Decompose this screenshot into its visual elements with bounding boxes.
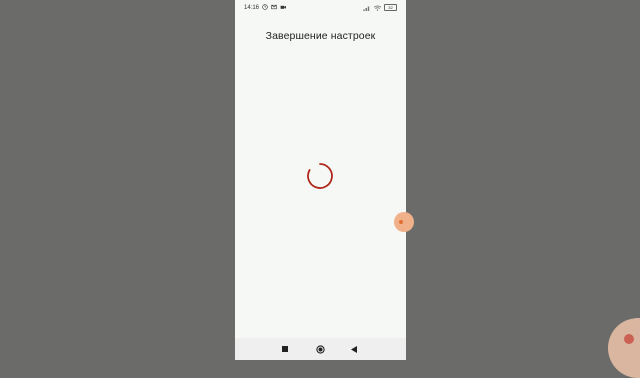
navigation-bar bbox=[235, 338, 406, 360]
wifi-icon bbox=[374, 4, 381, 11]
loading-spinner-icon bbox=[307, 163, 333, 189]
record-dot-icon bbox=[624, 334, 634, 344]
home-button[interactable] bbox=[315, 344, 325, 354]
battery-level: 32 bbox=[388, 5, 393, 10]
floating-dot-icon bbox=[399, 220, 403, 224]
status-time: 14:16 bbox=[244, 5, 260, 11]
clock-icon bbox=[262, 4, 268, 10]
signal-icon bbox=[363, 6, 370, 11]
video-icon bbox=[280, 5, 286, 9]
recent-apps-button[interactable] bbox=[280, 344, 290, 354]
home-icon bbox=[315, 344, 325, 354]
floating-assist-button[interactable] bbox=[394, 212, 414, 232]
corner-overlay-button[interactable] bbox=[608, 318, 640, 378]
status-bar: 14:16 32 bbox=[235, 0, 406, 16]
stop-icon bbox=[282, 346, 288, 352]
page-title: Завершение настроек bbox=[265, 30, 376, 42]
email-icon bbox=[271, 4, 277, 10]
battery-icon: 32 bbox=[384, 4, 397, 11]
phone-screen: 14:16 32 Завершение настроек bbox=[235, 0, 406, 360]
back-button[interactable] bbox=[349, 344, 359, 354]
back-icon bbox=[350, 345, 357, 353]
